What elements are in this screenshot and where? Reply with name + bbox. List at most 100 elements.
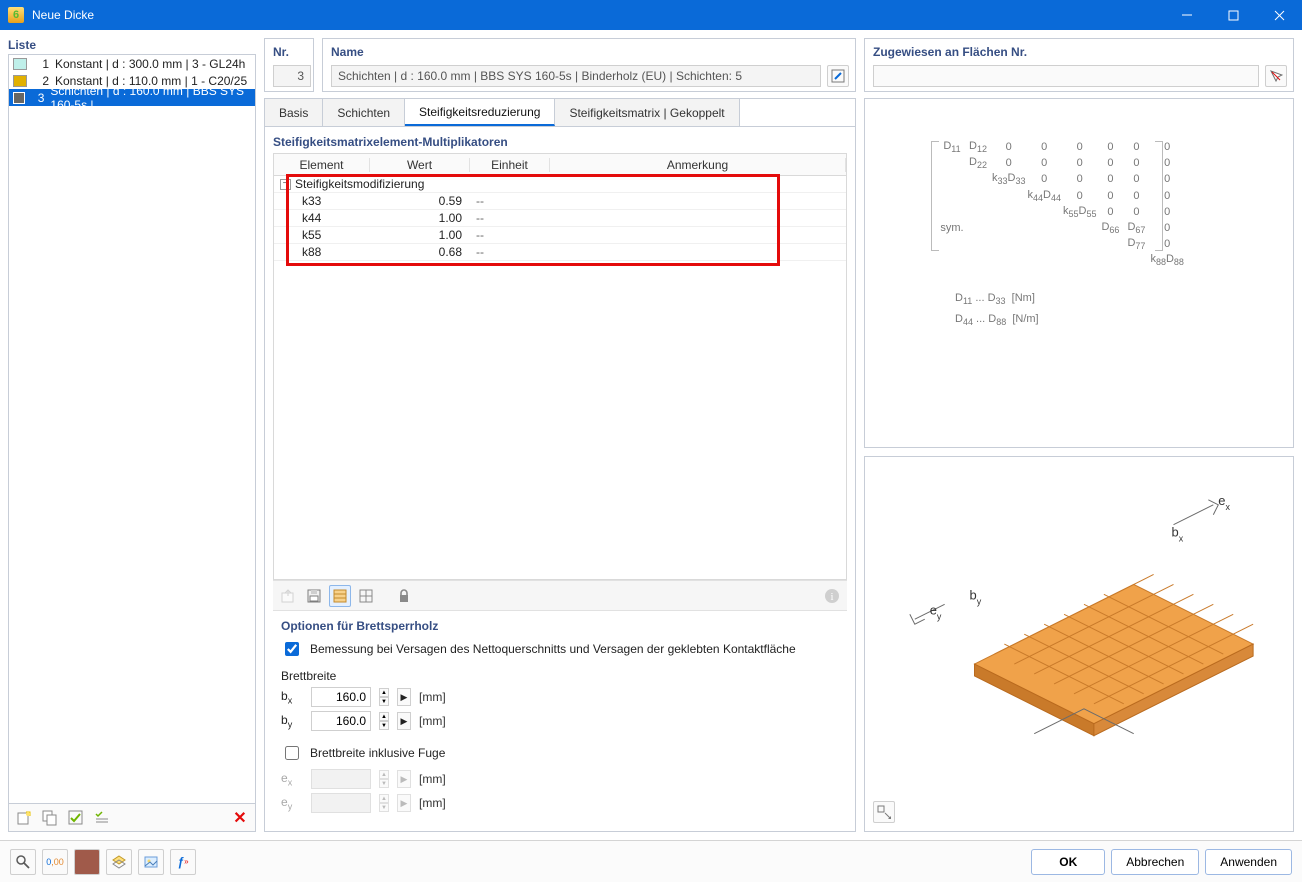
view-mode-button[interactable] [873, 801, 895, 823]
list-item[interactable]: 3 Schichten | d : 160.0 mm | BBS SYS 160… [9, 89, 255, 106]
table-row[interactable]: k33 0.59 -- [274, 193, 846, 210]
help-button[interactable] [10, 849, 36, 875]
check-fuge-label: Brettbreite inklusive Fuge [310, 746, 445, 760]
table-row[interactable]: k88 0.68 -- [274, 244, 846, 261]
assigned-input[interactable] [873, 65, 1259, 87]
cell-unit: -- [470, 245, 550, 259]
picture-button[interactable] [138, 849, 164, 875]
ex-input [311, 769, 371, 789]
th-unit: Einheit [470, 158, 550, 172]
svg-text:bx: bx [1172, 525, 1184, 544]
by-spinner[interactable]: ▲▼ [379, 712, 389, 730]
list-item-index: 3 [31, 91, 44, 105]
ey-label: ey [281, 795, 303, 811]
tab-steifigkeitsmatrix[interactable]: Steifigkeitsmatrix | Gekoppelt [555, 99, 739, 126]
bx-spinner[interactable]: ▲▼ [379, 688, 389, 706]
table-toolbar: i [273, 580, 847, 610]
ex-step-button: ▶ [397, 770, 411, 788]
pick-surfaces-button[interactable] [1265, 65, 1287, 87]
window-titlebar: 6 Neue Dicke [0, 0, 1302, 30]
check-fuge[interactable]: Brettbreite inklusive Fuge [281, 743, 839, 763]
cell-value[interactable]: 0.68 [370, 245, 470, 259]
import-button[interactable] [277, 585, 299, 607]
list-toolbar: ✕ [9, 803, 255, 831]
cell-element: k55 [274, 228, 370, 242]
svg-text:by: by [970, 587, 982, 606]
nr-input[interactable] [273, 65, 311, 87]
by-unit: [mm] [419, 714, 446, 728]
color-button[interactable] [74, 849, 100, 875]
cell-element: k44 [274, 211, 370, 225]
check-fuge-box[interactable] [285, 746, 299, 760]
ey-input [311, 793, 371, 813]
check-net-section[interactable]: Bemessung bei Versagen des Nettoquerschn… [281, 639, 839, 659]
window-controls [1164, 0, 1302, 30]
window-title: Neue Dicke [32, 8, 94, 22]
cell-unit: -- [470, 228, 550, 242]
tab-basis[interactable]: Basis [265, 99, 323, 126]
list-title: Liste [8, 38, 256, 52]
by-input[interactable] [311, 711, 371, 731]
cancel-button[interactable]: Abbrechen [1111, 849, 1199, 875]
function-button[interactable]: ƒ » [170, 849, 196, 875]
ok-button[interactable]: OK [1031, 849, 1105, 875]
matrix-bracket-left [931, 141, 939, 251]
name-input[interactable] [331, 65, 821, 87]
stiffness-table: Element Wert Einheit Anmerkung −Steifigk… [273, 153, 847, 580]
grid-button[interactable] [355, 585, 377, 607]
color-swatch [13, 75, 27, 87]
info-button[interactable]: i [821, 585, 843, 607]
check-net-section-label: Bemessung bei Versagen des Nettoquerschn… [310, 642, 796, 656]
check-all-button[interactable] [65, 807, 87, 829]
list-item-label: Konstant | d : 300.0 mm | 3 - GL24h [55, 57, 245, 71]
tab-steifigkeitsreduzierung[interactable]: Steifigkeitsreduzierung [405, 99, 555, 126]
bx-label: bx [281, 689, 303, 705]
bx-unit: [mm] [419, 690, 446, 704]
maximize-button[interactable] [1210, 0, 1256, 30]
svg-text:ey: ey [930, 602, 942, 621]
cell-element: k33 [274, 194, 370, 208]
list-item-index: 2 [33, 74, 49, 88]
ex-unit: [mm] [419, 772, 446, 786]
table-row[interactable]: k55 1.00 -- [274, 227, 846, 244]
cell-element: k88 [274, 245, 370, 259]
bx-input[interactable] [311, 687, 371, 707]
cell-value[interactable]: 1.00 [370, 211, 470, 225]
tab-schichten[interactable]: Schichten [323, 99, 405, 126]
collapse-icon[interactable]: − [280, 179, 291, 190]
cell-unit: -- [470, 194, 550, 208]
by-step-button[interactable]: ▶ [397, 712, 411, 730]
th-value: Wert [370, 158, 470, 172]
table-row[interactable]: k44 1.00 -- [274, 210, 846, 227]
apply-button[interactable]: Anwenden [1205, 849, 1292, 875]
nr-label: Nr. [273, 45, 307, 59]
check-net-section-box[interactable] [285, 642, 299, 656]
close-button[interactable] [1256, 0, 1302, 30]
clt-illustration-panel: ex bx ey by [864, 456, 1294, 832]
tree-header-row[interactable]: −Steifigkeitsmodifizierung [274, 176, 846, 193]
delete-item-button[interactable]: ✕ [229, 807, 251, 829]
apply-to-orthotropy-button[interactable] [329, 585, 351, 607]
list-body[interactable]: 1 Konstant | d : 300.0 mm | 3 - GL24h 2 … [9, 55, 255, 803]
app-icon: 6 [8, 7, 24, 23]
edit-name-button[interactable] [827, 65, 849, 87]
bx-step-button[interactable]: ▶ [397, 688, 411, 706]
list-item[interactable]: 1 Konstant | d : 300.0 mm | 3 - GL24h [9, 55, 255, 72]
lock-button[interactable] [393, 585, 415, 607]
copy-item-button[interactable] [39, 807, 61, 829]
check-list-button[interactable] [91, 807, 113, 829]
layers-button[interactable] [106, 849, 132, 875]
tab-bar: Basis Schichten Steifigkeitsreduzierung … [265, 99, 855, 127]
list-panel: 1 Konstant | d : 300.0 mm | 3 - GL24h 2 … [8, 54, 256, 832]
cell-value[interactable]: 0.59 [370, 194, 470, 208]
ex-spinner: ▲▼ [379, 770, 389, 788]
cell-value[interactable]: 1.00 [370, 228, 470, 242]
units-button[interactable]: 0,00 [42, 849, 68, 875]
color-swatch [13, 58, 27, 70]
minimize-button[interactable] [1164, 0, 1210, 30]
save-button[interactable] [303, 585, 325, 607]
th-note: Anmerkung [550, 158, 846, 172]
new-item-button[interactable] [13, 807, 35, 829]
ey-spinner: ▲▼ [379, 794, 389, 812]
ey-step-button: ▶ [397, 794, 411, 812]
